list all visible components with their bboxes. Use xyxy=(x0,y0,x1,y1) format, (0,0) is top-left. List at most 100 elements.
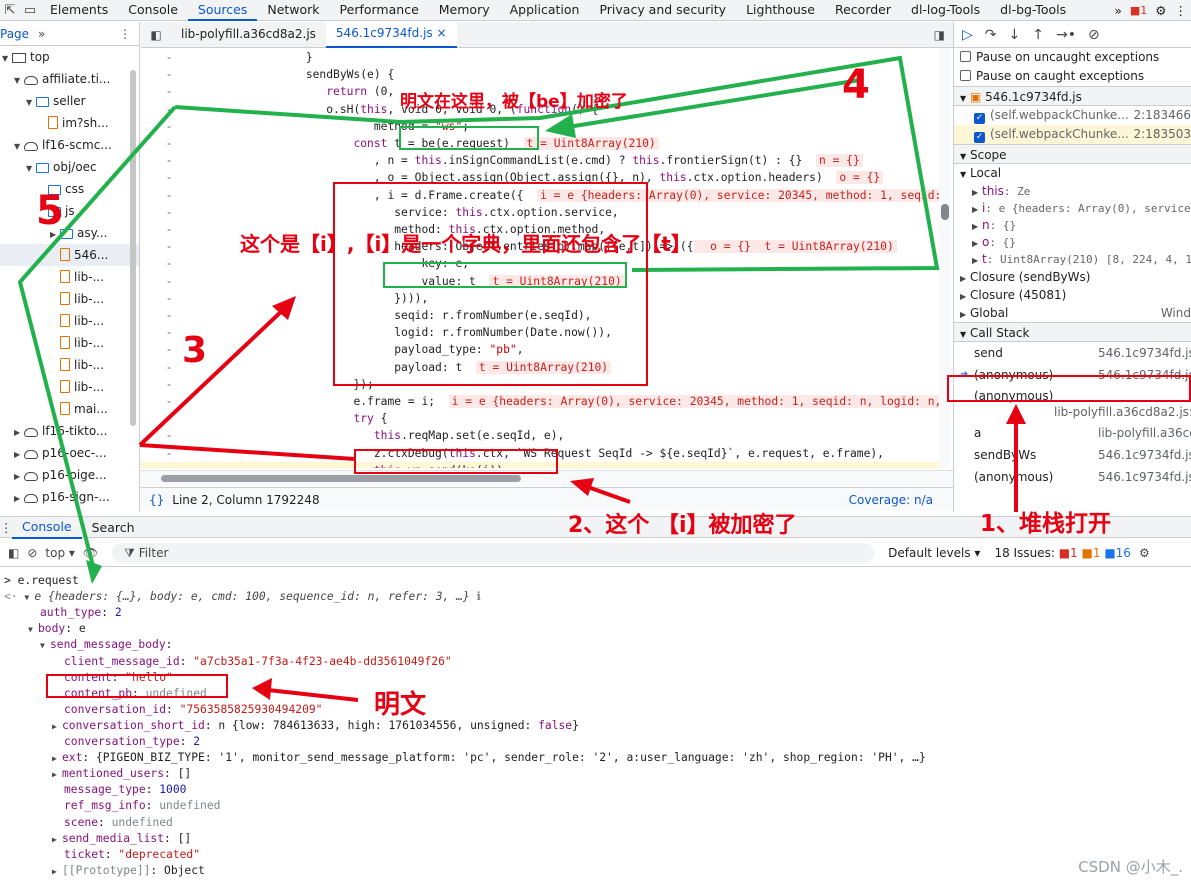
line-gutter[interactable]: - xyxy=(141,427,197,444)
console-line[interactable]: ▶ mentioned_users: [] xyxy=(52,766,191,782)
scope-variable[interactable]: ▶ t: Uint8Array(210) [8, 224, 4, 1 xyxy=(954,251,1191,268)
console-line[interactable]: ▶ [[Prototype]]: Object xyxy=(52,863,205,879)
line-gutter[interactable]: - xyxy=(141,238,197,255)
scope-variable[interactable]: ▶ n: {} xyxy=(954,217,1191,234)
scope-variable[interactable]: ▶ this: Ze xyxy=(954,183,1191,200)
tree-item[interactable]: ▶ p16-sign-... xyxy=(0,486,139,508)
call-frame[interactable]: send 546.1c9734fd.js:2 xyxy=(954,342,1191,364)
tree-item[interactable]: lib-... xyxy=(0,354,139,376)
tab-search[interactable]: Search xyxy=(82,517,145,538)
line-gutter[interactable]: - xyxy=(141,462,197,468)
tree-toggle-icon[interactable]: ▶ xyxy=(14,444,24,466)
line-gutter[interactable]: - xyxy=(141,410,197,427)
kebab-menu-icon[interactable]: ⋮ xyxy=(1175,3,1188,18)
tab-memory[interactable]: Memory xyxy=(429,0,500,21)
drawer-menu-icon[interactable]: ⋮ xyxy=(0,520,13,535)
breakpoint-checkbox[interactable]: ✓ xyxy=(974,113,985,124)
console-line[interactable]: ▶ send_media_list: [] xyxy=(52,831,191,847)
live-expression-eye-icon[interactable]: 👁 xyxy=(83,546,98,560)
tree-toggle-icon[interactable]: ▶ xyxy=(14,488,24,510)
line-gutter[interactable]: - xyxy=(141,307,197,324)
code-line[interactable]: - sendByWs(e) { xyxy=(141,66,939,83)
issues-counter[interactable]: 18 Issues: ■1 ■1 ■16 xyxy=(994,546,1131,560)
code-line[interactable]: - try { xyxy=(141,410,939,427)
expand-triangle-icon[interactable]: ▶ xyxy=(52,719,62,735)
tab-recorder[interactable]: Recorder xyxy=(825,0,901,21)
pause-uncaught-checkbox[interactable] xyxy=(960,51,971,62)
line-gutter[interactable]: - xyxy=(141,221,197,238)
tree-item[interactable]: lib-... xyxy=(0,288,139,310)
expand-icon[interactable]: ▶ xyxy=(972,201,982,218)
expand-icon[interactable]: ▶ xyxy=(972,218,982,235)
console-line[interactable]: ref_msg_info: undefined xyxy=(64,798,220,814)
tree-toggle-icon[interactable]: ▼ xyxy=(26,92,36,114)
tab-dl-bg-tools[interactable]: dl-bg-Tools xyxy=(990,0,1076,21)
line-gutter[interactable]: - xyxy=(141,393,197,410)
toggle-navigator-icon[interactable]: ◧ xyxy=(141,28,171,42)
tree-item[interactable]: ▼ obj/oec xyxy=(0,156,139,178)
expand-triangle-icon[interactable]: ▶ xyxy=(52,832,62,848)
context-selector[interactable]: top ▾ xyxy=(45,546,75,560)
tab-dl-log-tools[interactable]: dl-log-Tools xyxy=(901,0,990,21)
console-line[interactable]: ticket: "deprecated" xyxy=(64,847,200,863)
expand-triangle-icon[interactable]: ▼ xyxy=(24,590,34,606)
line-gutter[interactable]: - xyxy=(141,66,197,83)
coverage-link[interactable]: Coverage: n/a xyxy=(849,493,933,507)
line-gutter[interactable]: - xyxy=(141,135,197,152)
console-line[interactable]: ▼ send_message_body: xyxy=(40,637,172,653)
console-line[interactable]: auth_type: 2 xyxy=(40,605,122,621)
line-gutter[interactable]: - xyxy=(141,169,197,186)
tree-toggle-icon[interactable]: ▼ xyxy=(14,136,24,158)
call-frame[interactable]: a lib-polyfill.a36cd8a2.js:1 xyxy=(954,422,1191,444)
resume-icon[interactable]: ▷ xyxy=(962,27,973,43)
tree-item[interactable]: ▶ lf16-tikto... xyxy=(0,420,139,442)
code-line[interactable]: - e.frame = i; i = e {headers: Array(0),… xyxy=(141,393,939,410)
console-line[interactable]: message_type: 1000 xyxy=(64,782,186,798)
breakpoint-item[interactable]: ✓ (self.webpackChunke... 2:183503 xyxy=(954,125,1191,144)
close-tab-icon[interactable]: × xyxy=(436,26,446,40)
expand-icon[interactable]: ▶ xyxy=(960,306,970,324)
console-line[interactable]: ▼ body: e xyxy=(28,621,86,637)
tree-item[interactable]: ▼ lf16-scmc... xyxy=(0,134,139,156)
line-gutter[interactable]: - xyxy=(141,255,197,272)
line-gutter[interactable]: - xyxy=(141,187,197,204)
deactivate-breakpoints-icon[interactable]: ⊘ xyxy=(1088,27,1100,43)
code-line[interactable]: - this.reqMap.set(e.seqId, e), xyxy=(141,427,939,444)
tree-item[interactable]: 546... xyxy=(0,244,139,266)
editor-tab-lib-polyfill[interactable]: lib-polyfill.a36cd8a2.js xyxy=(171,22,326,47)
tree-toggle-icon[interactable]: ▼ xyxy=(26,158,36,180)
toggle-debugger-icon[interactable]: ◨ xyxy=(934,28,945,42)
console-output[interactable]: > e.request <· ▼ e {headers: {…}, body: e… xyxy=(0,568,1191,887)
tree-item[interactable]: lib-... xyxy=(0,376,139,398)
device-toolbar-icon[interactable]: ▭ xyxy=(20,3,40,18)
editor-vertical-scrollbar[interactable] xyxy=(939,48,951,468)
expand-triangle-icon[interactable]: ▼ xyxy=(28,622,38,638)
scope-local-header[interactable]: ▼ Local xyxy=(954,164,1191,183)
tab-page[interactable]: Page xyxy=(0,27,30,41)
tree-item[interactable]: ▶ p16-oec-... xyxy=(0,442,139,464)
expand-icon[interactable]: ▶ xyxy=(972,184,982,201)
expand-triangle-icon[interactable]: ▶ xyxy=(52,767,62,783)
console-settings-icon[interactable]: ⚙ xyxy=(1139,546,1150,560)
tree-item[interactable]: js xyxy=(0,200,139,222)
call-stack-header[interactable]: ▼ Call Stack xyxy=(954,322,1191,342)
settings-gear-icon[interactable]: ⚙ xyxy=(1155,3,1166,18)
console-line[interactable]: <· ▼ e {headers: {…}, body: e, cmd: 100,… xyxy=(4,589,481,605)
line-gutter[interactable]: - xyxy=(141,376,197,393)
breakpoint-checkbox[interactable]: ✓ xyxy=(974,132,985,143)
call-frame[interactable]: (anonymous) 546.1c9734fd.js:2 xyxy=(954,466,1191,488)
scope-closure[interactable]: ▶ Closure (45081) xyxy=(954,286,1191,304)
tab-elements[interactable]: Elements xyxy=(40,0,118,21)
line-gutter[interactable]: - xyxy=(141,273,197,290)
tab-console[interactable]: Console xyxy=(12,516,82,539)
breakpoint-item[interactable]: ✓ (self.webpackChunke... 2:183466 xyxy=(954,106,1191,125)
expand-icon[interactable]: ▶ xyxy=(972,235,982,252)
tree-item[interactable]: lib-... xyxy=(0,310,139,332)
line-gutter[interactable]: - xyxy=(141,118,197,135)
tree-toggle-icon[interactable]: ▶ xyxy=(14,466,24,488)
code-line[interactable]: - method = "ws"; xyxy=(141,118,939,135)
step-over-icon[interactable]: ↷ xyxy=(985,27,997,43)
step-out-icon[interactable]: ↑ xyxy=(1032,27,1044,43)
tree-toggle-icon[interactable]: ▼ xyxy=(2,48,12,70)
scope-closure[interactable]: ▶ Closure (sendByWs) xyxy=(954,268,1191,286)
